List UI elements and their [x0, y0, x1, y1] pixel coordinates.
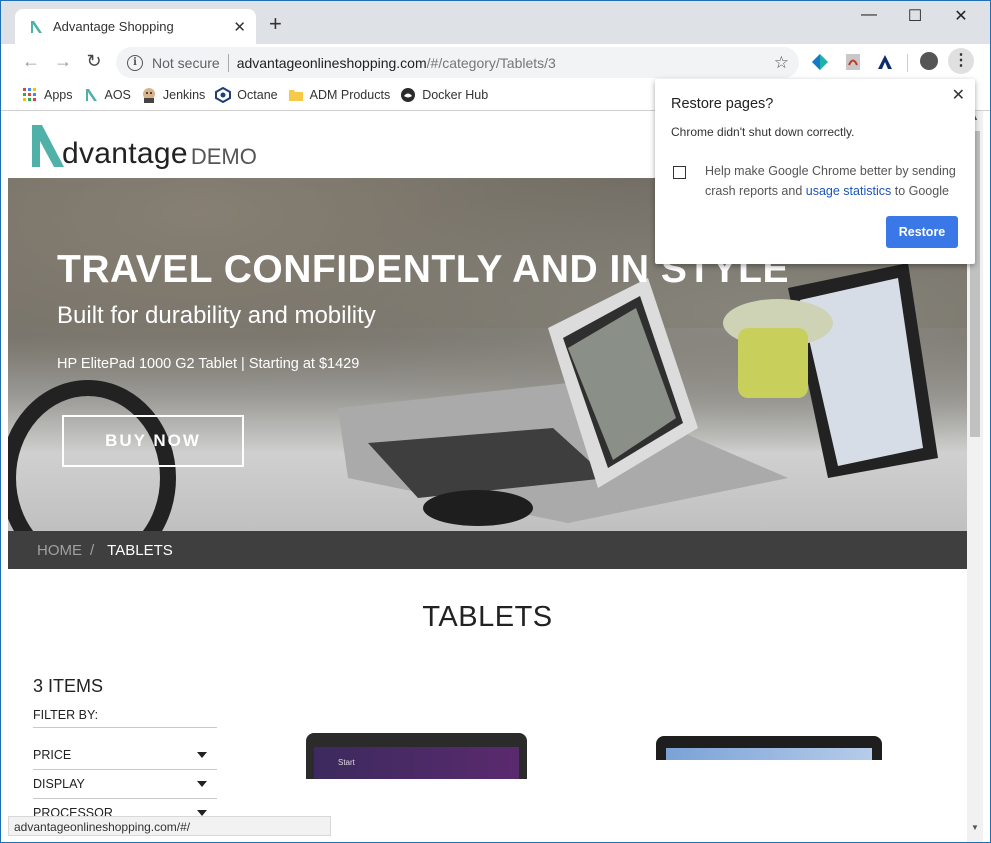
breadcrumb: HOME / TABLETS — [8, 531, 967, 569]
category-title: TABLETS — [422, 601, 553, 633]
url-text[interactable]: advantageonlineshopping.com/#/category/T… — [237, 55, 774, 71]
pdf-extension-icon[interactable] — [844, 53, 862, 71]
bookmark-label: Octane — [237, 88, 278, 102]
bookmark-label: AOS — [104, 88, 131, 102]
bookmark-star-icon[interactable]: ☆ — [774, 53, 789, 73]
dialog-message: Chrome didn't shut down correctly. — [671, 125, 855, 139]
apps-grid-icon — [23, 88, 36, 101]
brand-name: dvantage — [62, 137, 188, 170]
toolbar-separator — [907, 54, 908, 72]
chevron-down-icon — [197, 752, 207, 758]
filter-by-label: FILTER BY: — [33, 708, 99, 722]
breadcrumb-separator: / — [90, 541, 95, 559]
close-tab-icon[interactable]: ✕ — [233, 18, 246, 36]
octane-icon — [215, 87, 232, 103]
bookmark-label: ADM Products — [309, 88, 391, 102]
address-separator — [227, 53, 229, 72]
bookmark-aos[interactable]: AOS — [83, 87, 131, 103]
filter-label: DISPLAY — [33, 777, 85, 791]
brand-demo: DEMO — [190, 144, 257, 169]
not-secure-label[interactable]: Not secure — [152, 55, 220, 71]
tablet-screen-text: Start — [338, 758, 355, 767]
bookmark-label: Jenkins — [162, 88, 206, 102]
close-window-icon[interactable]: ✕ — [949, 6, 973, 26]
docker-icon — [401, 88, 416, 102]
buy-now-button[interactable]: BUY NOW — [62, 415, 244, 467]
bookmark-jenkins[interactable]: Jenkins — [141, 87, 205, 103]
bookmark-label: Docker Hub — [422, 88, 489, 102]
info-icon[interactable]: i — [127, 54, 143, 71]
address-bar[interactable]: i Not secure advantageonlineshopping.com… — [116, 47, 799, 78]
crash-report-checkbox[interactable] — [673, 166, 686, 179]
usage-statistics-link[interactable]: usage statistics — [806, 184, 891, 198]
filter-label: PRICE — [33, 748, 72, 762]
filter-divider — [33, 769, 217, 770]
product-image-tablet-2[interactable] — [656, 736, 882, 760]
checkbox-text-end: to Google — [894, 184, 949, 198]
browser-toolbar: ← → ↻ i Not secure advantageonlineshoppi… — [1, 44, 990, 80]
dialog-title: Restore pages? — [671, 96, 774, 112]
maximize-icon[interactable]: ☐ — [903, 6, 927, 26]
hero-subheadline: Built for durability and mobility — [57, 302, 376, 329]
chevron-down-icon — [197, 781, 207, 787]
filter-price[interactable]: PRICE — [33, 748, 217, 762]
aos-logo-icon — [31, 20, 42, 33]
restore-button[interactable]: Restore — [886, 216, 958, 248]
product-image-tablet-1[interactable]: Start — [306, 733, 527, 779]
breadcrumb-home[interactable]: HOME — [37, 542, 82, 559]
tab-strip: Advantage Shopping ✕ + — ☐ ✕ — [1, 1, 990, 44]
hero-product-line: HP ElitePad 1000 G2 Tablet | Starting at… — [57, 356, 360, 372]
filter-display[interactable]: DISPLAY — [33, 777, 217, 791]
profile-avatar-icon[interactable] — [920, 52, 938, 70]
browser-tab[interactable]: Advantage Shopping ✕ — [15, 9, 256, 44]
url-host: advantageonlineshopping.com — [236, 54, 427, 71]
restore-pages-dialog: Restore pages? ✕ Chrome didn't shut down… — [655, 79, 975, 264]
bookmark-octane[interactable]: Octane — [215, 87, 278, 103]
folder-icon — [288, 90, 303, 101]
bookmark-adm-products[interactable]: ADM Products — [288, 87, 391, 103]
url-path: /#/category/Tablets/3 — [426, 54, 556, 71]
site-logo[interactable]: dvantage DEMO — [30, 121, 257, 169]
bookmark-docker-hub[interactable]: Docker Hub — [400, 87, 488, 103]
items-count: 3 ITEMS — [33, 676, 104, 696]
checkbox-description: Help make Google Chrome better by sendin… — [705, 161, 960, 201]
aos-logo-icon — [85, 89, 97, 101]
new-tab-button[interactable]: + — [269, 13, 282, 35]
bookmark-apps[interactable]: Apps — [22, 87, 73, 103]
breadcrumb-current: TABLETS — [107, 541, 173, 559]
minimize-icon[interactable]: — — [857, 6, 881, 24]
advantage-a-logo-icon — [32, 125, 64, 167]
forward-arrow-icon[interactable]: → — [52, 51, 74, 72]
reload-icon[interactable]: ↻ — [83, 51, 105, 72]
status-bar: advantageonlineshopping.com/#/ — [8, 816, 331, 836]
extension-a-icon[interactable] — [876, 53, 894, 71]
back-arrow-icon[interactable]: ← — [20, 51, 42, 72]
extension-diamond-icon[interactable] — [811, 53, 829, 71]
filter-divider — [33, 727, 217, 728]
jenkins-icon — [142, 88, 155, 103]
filter-divider — [33, 798, 217, 799]
chrome-menu-icon[interactable]: ⋮ — [948, 48, 974, 74]
tab-title: Advantage Shopping — [53, 19, 174, 34]
tablet-screen — [666, 748, 872, 760]
bookmark-label: Apps — [44, 88, 73, 102]
browser-window: Advantage Shopping ✕ + — ☐ ✕ ← → ↻ i Not… — [1, 1, 990, 842]
scroll-down-arrow-icon[interactable]: ▼ — [967, 823, 983, 832]
close-icon[interactable]: ✕ — [952, 85, 965, 105]
